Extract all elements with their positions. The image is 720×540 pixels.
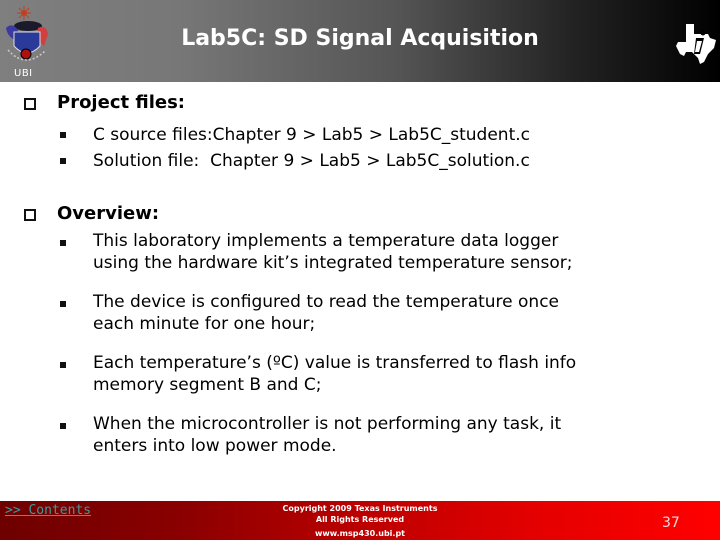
- bullet-icon: [60, 240, 66, 246]
- bullet-icon: [60, 301, 66, 307]
- bullet-icon: [60, 423, 66, 429]
- bullet-icon: [60, 362, 66, 368]
- slide-title: Lab5C: SD Signal Acquisition: [0, 26, 720, 51]
- bullet-text: Each temperature’s (ºC) value is transfe…: [93, 353, 577, 373]
- bullet-text: The device is configured to read the tem…: [93, 292, 560, 312]
- slide-footer: >> Contents Copyright 2009 Texas Instrum…: [0, 501, 720, 540]
- copyright-line: Copyright 2009 Texas Instruments: [282, 504, 438, 513]
- bullet-text: using the hardware kit’s integrated temp…: [93, 253, 573, 273]
- bullet-text: each minute for one hour;: [93, 314, 316, 334]
- bullet-text: C source files:Chapter 9 > Lab5 > Lab5C_…: [93, 125, 530, 145]
- website-url: www.msp430.ubi.pt: [314, 529, 405, 538]
- slide-title-text: Lab5C: SD Signal Acquisition: [181, 26, 539, 51]
- rights-line: All Rights Reserved: [315, 515, 405, 524]
- contents-link[interactable]: >> Contents: [5, 503, 91, 518]
- section-heading: Overview:: [57, 203, 160, 224]
- bullet-icon: [60, 158, 66, 164]
- bullet-text: enters into low power mode.: [93, 436, 337, 456]
- copyright-notice: Copyright 2009 Texas Instruments All Rig…: [250, 503, 470, 525]
- checkbox-icon: [24, 209, 36, 221]
- bullet-icon: [60, 132, 66, 138]
- section-heading: Project files:: [57, 92, 185, 113]
- bullet-text: This laboratory implements a temperature…: [93, 231, 559, 251]
- ubi-label: UBI: [14, 68, 33, 79]
- page-number: 37: [662, 515, 680, 531]
- bullet-text: memory segment B and C;: [93, 375, 322, 395]
- slide-header: UBI Lab5C: SD Signal Acquisition: [0, 0, 720, 82]
- bullet-text: Solution file: Chapter 9 > Lab5 > Lab5C_…: [93, 151, 530, 171]
- star-icon: [17, 6, 31, 20]
- texas-instruments-logo-icon: [674, 22, 718, 66]
- bullet-text: When the microcontroller is not performi…: [93, 414, 562, 434]
- checkbox-icon: [24, 98, 36, 110]
